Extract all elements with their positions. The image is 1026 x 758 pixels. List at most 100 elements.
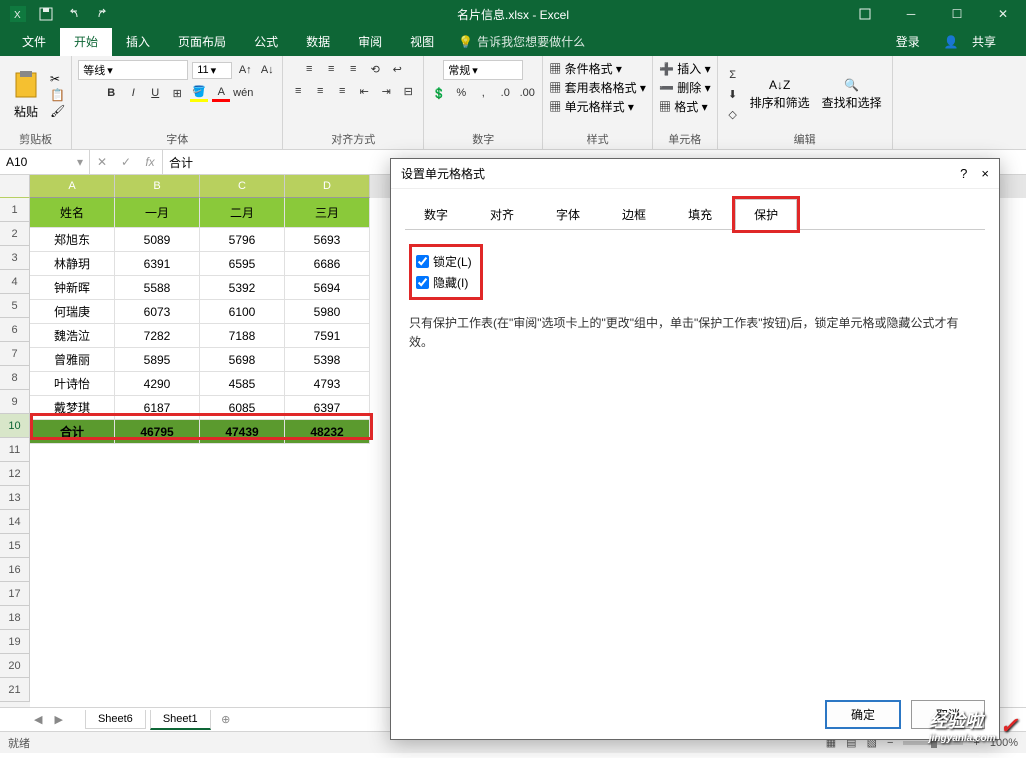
cell-styles-button[interactable]: ▦ 单元格样式 ▾ <box>549 98 634 115</box>
font-size-combo[interactable]: 11 ▾ <box>192 62 232 79</box>
align-right-icon[interactable]: ≡ <box>333 82 351 100</box>
align-bottom-icon[interactable]: ≡ <box>344 60 362 78</box>
merge-icon[interactable]: ⊟ <box>399 82 417 100</box>
cell[interactable]: 5796 <box>200 228 285 252</box>
dlg-tab-font[interactable]: 字体 <box>537 199 599 230</box>
cell[interactable]: 林静玥 <box>30 252 115 276</box>
row-header[interactable]: 15 <box>0 534 30 558</box>
indent-right-icon[interactable]: ⇥ <box>377 82 395 100</box>
row-header[interactable]: 2 <box>0 222 30 246</box>
lock-checkbox-input[interactable] <box>416 255 429 268</box>
hide-checkbox[interactable]: 隐藏(I) <box>416 272 472 293</box>
sheet-tab[interactable]: Sheet6 <box>85 710 146 729</box>
cell[interactable]: 魏浩泣 <box>30 324 115 348</box>
dialog-help-icon[interactable]: ? <box>960 166 967 181</box>
minimize-icon[interactable]: ─ <box>888 0 934 28</box>
cell[interactable]: 三月 <box>285 198 370 228</box>
row-header[interactable]: 12 <box>0 462 30 486</box>
cell[interactable]: 47439 <box>200 420 285 444</box>
cell[interactable]: 6595 <box>200 252 285 276</box>
row-header[interactable]: 19 <box>0 630 30 654</box>
cell[interactable]: 46795 <box>115 420 200 444</box>
cell[interactable]: 5693 <box>285 228 370 252</box>
delete-cells-button[interactable]: ➖ 删除 ▾ <box>659 79 711 96</box>
phonetic-icon[interactable]: wén <box>234 84 252 102</box>
row-header[interactable]: 11 <box>0 438 30 462</box>
find-select-button[interactable]: 🔍 查找和选择 <box>818 76 886 113</box>
cell[interactable]: 6397 <box>285 396 370 420</box>
dlg-tab-align[interactable]: 对齐 <box>471 199 533 230</box>
cell[interactable]: 6085 <box>200 396 285 420</box>
cell[interactable]: 6686 <box>285 252 370 276</box>
cell[interactable]: 4585 <box>200 372 285 396</box>
login-button[interactable]: 登录 <box>886 27 930 56</box>
tab-review[interactable]: 审阅 <box>344 27 396 56</box>
cell[interactable]: 5694 <box>285 276 370 300</box>
cell[interactable]: 郑旭东 <box>30 228 115 252</box>
grow-font-icon[interactable]: A↑ <box>236 61 254 79</box>
italic-button[interactable]: I <box>124 84 142 102</box>
undo-icon[interactable] <box>64 4 84 24</box>
row-header[interactable]: 1 <box>0 198 30 222</box>
row-header[interactable]: 7 <box>0 342 30 366</box>
cell[interactable]: 6391 <box>115 252 200 276</box>
row-header[interactable]: 16 <box>0 558 30 582</box>
cell[interactable]: 4290 <box>115 372 200 396</box>
tab-file[interactable]: 文件 <box>8 27 60 56</box>
save-icon[interactable] <box>36 4 56 24</box>
col-header[interactable]: B <box>115 175 200 198</box>
row-header[interactable]: 10 <box>0 414 30 438</box>
col-header[interactable]: D <box>285 175 370 198</box>
cell[interactable]: 7591 <box>285 324 370 348</box>
dlg-tab-border[interactable]: 边框 <box>603 199 665 230</box>
dialog-close-icon[interactable]: × <box>981 166 989 181</box>
cell[interactable]: 5398 <box>285 348 370 372</box>
cell[interactable]: 5698 <box>200 348 285 372</box>
row-header[interactable]: 6 <box>0 318 30 342</box>
tab-layout[interactable]: 页面布局 <box>164 27 240 56</box>
cell[interactable]: 6100 <box>200 300 285 324</box>
wrap-text-icon[interactable]: ↩ <box>388 60 406 78</box>
hide-checkbox-input[interactable] <box>416 276 429 289</box>
row-header[interactable]: 8 <box>0 366 30 390</box>
share-button[interactable]: 👤 共享 <box>934 27 1016 56</box>
number-format-combo[interactable]: 常规 ▾ <box>443 60 523 80</box>
cell[interactable]: 钟新晖 <box>30 276 115 300</box>
row-header[interactable]: 9 <box>0 390 30 414</box>
cell[interactable]: 戴梦琪 <box>30 396 115 420</box>
cell[interactable]: 何瑞庚 <box>30 300 115 324</box>
ribbon-options-icon[interactable] <box>842 0 888 28</box>
cell[interactable]: 曾雅丽 <box>30 348 115 372</box>
tab-view[interactable]: 视图 <box>396 27 448 56</box>
tab-insert[interactable]: 插入 <box>112 27 164 56</box>
add-sheet-icon[interactable]: ⊕ <box>215 713 237 726</box>
row-header[interactable]: 3 <box>0 246 30 270</box>
cell[interactable]: 一月 <box>115 198 200 228</box>
enter-formula-icon[interactable]: ✓ <box>114 155 138 169</box>
table-format-button[interactable]: ▦ 套用表格格式 ▾ <box>549 79 646 96</box>
select-all-corner[interactable] <box>0 175 30 198</box>
ok-button[interactable]: 确定 <box>825 700 901 729</box>
row-header[interactable]: 4 <box>0 270 30 294</box>
format-painter-icon[interactable]: 🖌 <box>50 104 65 118</box>
cell[interactable]: 48232 <box>285 420 370 444</box>
fill-icon[interactable]: ⬇ <box>724 86 742 104</box>
tab-home[interactable]: 开始 <box>60 27 112 56</box>
cell[interactable]: 合计 <box>30 420 115 444</box>
redo-icon[interactable] <box>92 4 112 24</box>
format-cells-button[interactable]: ▦ 格式 ▾ <box>659 98 708 115</box>
currency-icon[interactable]: 💲 <box>430 84 448 102</box>
border-icon[interactable]: ⊞ <box>168 84 186 102</box>
row-header[interactable]: 13 <box>0 486 30 510</box>
indent-left-icon[interactable]: ⇤ <box>355 82 373 100</box>
percent-icon[interactable]: % <box>452 84 470 102</box>
align-left-icon[interactable]: ≡ <box>289 82 307 100</box>
inc-decimal-icon[interactable]: .0 <box>496 84 514 102</box>
cell[interactable]: 叶诗怡 <box>30 372 115 396</box>
tab-nav-next-icon[interactable]: ▶ <box>50 713 66 726</box>
cond-format-button[interactable]: ▦ 条件格式 ▾ <box>549 60 622 77</box>
clear-icon[interactable]: ◇ <box>724 106 742 124</box>
close-icon[interactable]: ✕ <box>980 0 1026 28</box>
cell[interactable]: 5588 <box>115 276 200 300</box>
font-name-combo[interactable]: 等线 ▾ <box>78 60 188 80</box>
